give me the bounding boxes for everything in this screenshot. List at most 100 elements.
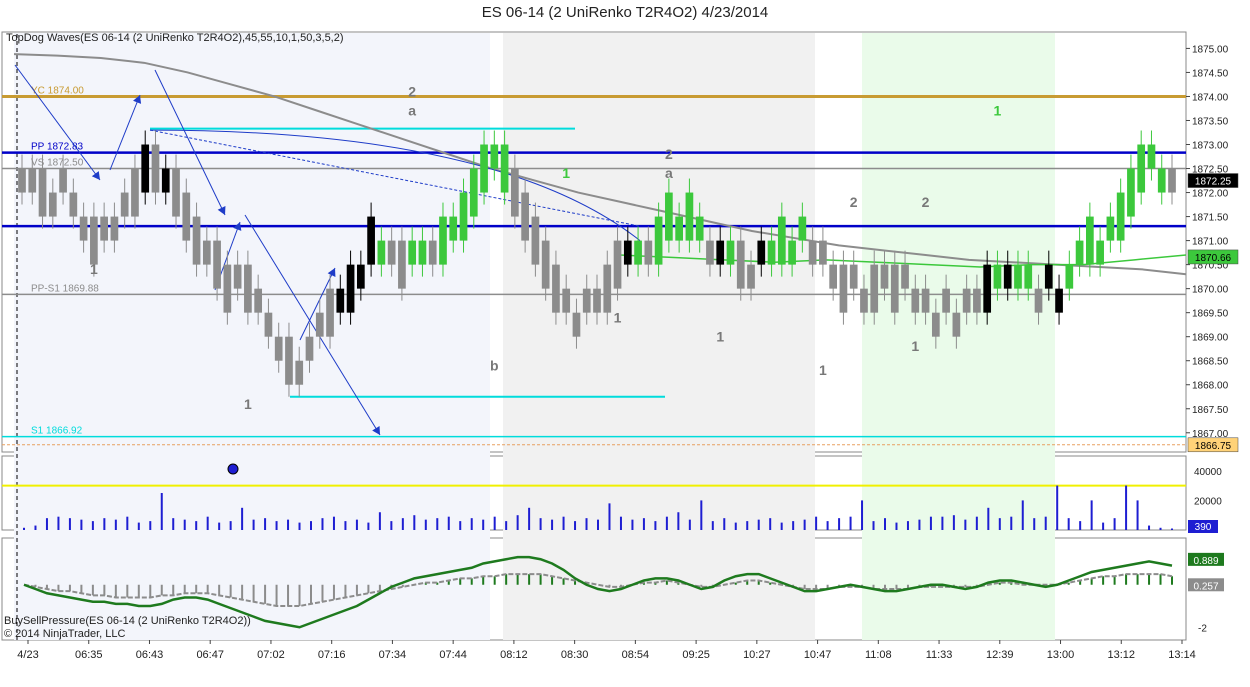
volume-bar xyxy=(1067,518,1070,530)
price-bar xyxy=(1086,216,1094,265)
volume-bar xyxy=(378,512,381,530)
y-tick-label: 1871.00 xyxy=(1192,237,1229,248)
price-bar xyxy=(613,240,622,289)
volume-bar xyxy=(849,516,852,530)
volume-bar xyxy=(608,503,611,530)
chart-canvas[interactable]: 1875.00 1874.50 1874.00 1873.50 1873.00 1872.… xyxy=(0,0,1250,687)
price-bar xyxy=(182,192,191,241)
volume-bar xyxy=(952,515,955,530)
price-bar xyxy=(120,192,129,217)
price-bar xyxy=(285,336,293,385)
volume-bar xyxy=(68,518,71,530)
volume-bar xyxy=(746,521,749,530)
wave-label: a xyxy=(665,165,673,181)
volume-bar xyxy=(287,519,290,530)
volume-bar xyxy=(688,519,691,530)
price-bar xyxy=(942,288,950,313)
volume-bar xyxy=(126,516,129,530)
y-tick-label: 1870.00 xyxy=(1192,285,1229,296)
price-bar xyxy=(849,264,858,289)
volume-bar xyxy=(642,518,645,530)
price-bar xyxy=(829,264,838,289)
price-bar xyxy=(141,144,150,193)
x-tick-label: 11:08 xyxy=(865,649,892,661)
price-bar xyxy=(428,240,437,265)
volume-bar xyxy=(424,519,427,530)
volume-bar xyxy=(1148,525,1151,530)
volume-bar xyxy=(941,516,944,530)
price-bar xyxy=(254,288,263,313)
price-bar xyxy=(726,240,735,265)
wave-label: 1 xyxy=(90,261,98,277)
price-marker-text: 1870.66 xyxy=(1195,253,1232,264)
price-bar xyxy=(644,240,653,265)
x-tick-label: 4/23 xyxy=(17,649,38,661)
volume-bar xyxy=(1159,527,1162,530)
volume-bar xyxy=(413,515,416,530)
volume-bar xyxy=(1113,518,1116,530)
wave-label: 1 xyxy=(562,165,570,181)
price-bar xyxy=(315,312,324,337)
x-tick-label: 06:47 xyxy=(196,649,224,661)
price-bar xyxy=(685,192,694,241)
volume-bar xyxy=(229,521,232,530)
level-label: S1 1866.92 xyxy=(31,426,83,437)
wave-label: 1 xyxy=(994,103,1002,119)
volume-bar xyxy=(1044,516,1047,530)
x-tick-label: 08:12 xyxy=(500,649,528,661)
price-bar xyxy=(654,216,663,265)
price-bar xyxy=(901,264,909,289)
volume-bar xyxy=(1033,518,1036,530)
y-tick-label: 1868.00 xyxy=(1192,381,1229,392)
volume-bar xyxy=(172,518,175,530)
x-tick-label: 13:12 xyxy=(1107,649,1135,661)
x-tick-label: 07:34 xyxy=(379,649,407,661)
volume-bar xyxy=(884,518,886,530)
price-bar xyxy=(1096,240,1104,265)
price-bar xyxy=(593,288,601,313)
wave-label: 2 xyxy=(922,194,930,210)
volume-bar xyxy=(1102,522,1105,530)
volume-bar xyxy=(344,521,347,530)
buy-sell-pressure-label: BuySellPressure(ES 06-14 (2 UniRenko T2R… xyxy=(4,615,251,627)
price-bar xyxy=(244,264,252,313)
price-bar xyxy=(59,168,67,193)
x-tick-label: 07:44 xyxy=(439,649,467,661)
price-bar xyxy=(716,240,725,265)
volume-bar xyxy=(23,527,25,530)
price-bar xyxy=(131,168,139,217)
price-bar xyxy=(151,144,160,193)
volume-bar xyxy=(1010,516,1013,530)
price-bar xyxy=(336,288,345,313)
volume-bar xyxy=(505,521,508,530)
wave-label: a xyxy=(408,103,416,119)
x-tick-label: 10:27 xyxy=(743,649,771,661)
price-bar xyxy=(921,288,930,313)
price-bar xyxy=(1014,264,1022,289)
wave-label: 2 xyxy=(665,146,673,162)
y-tick-label: 1872.00 xyxy=(1192,189,1229,200)
x-tick-label: 07:16 xyxy=(318,649,346,661)
price-bar xyxy=(469,168,478,217)
volume-bar xyxy=(654,521,657,530)
wave-label: 1 xyxy=(244,396,252,412)
volume-bar xyxy=(321,518,324,530)
volume-bar xyxy=(792,521,795,530)
volume-bar xyxy=(80,519,83,530)
price-bar xyxy=(747,264,755,289)
price-bar xyxy=(911,288,920,313)
y-tick-label: 1869.50 xyxy=(1192,309,1229,320)
price-bar xyxy=(38,168,47,217)
volume-bar xyxy=(665,516,668,530)
volume-bar xyxy=(700,500,703,530)
price-bar xyxy=(1044,264,1053,289)
price-bar xyxy=(18,168,26,193)
price-bar xyxy=(860,288,868,313)
price-bar xyxy=(346,264,355,313)
price-marker-text: 1872.25 xyxy=(1195,177,1232,188)
pressure-value-label: 0.257 xyxy=(1193,581,1218,592)
volume-bar xyxy=(711,521,714,530)
volume-bar xyxy=(906,521,909,530)
price-bar xyxy=(233,264,242,289)
volume-bar xyxy=(987,507,990,530)
